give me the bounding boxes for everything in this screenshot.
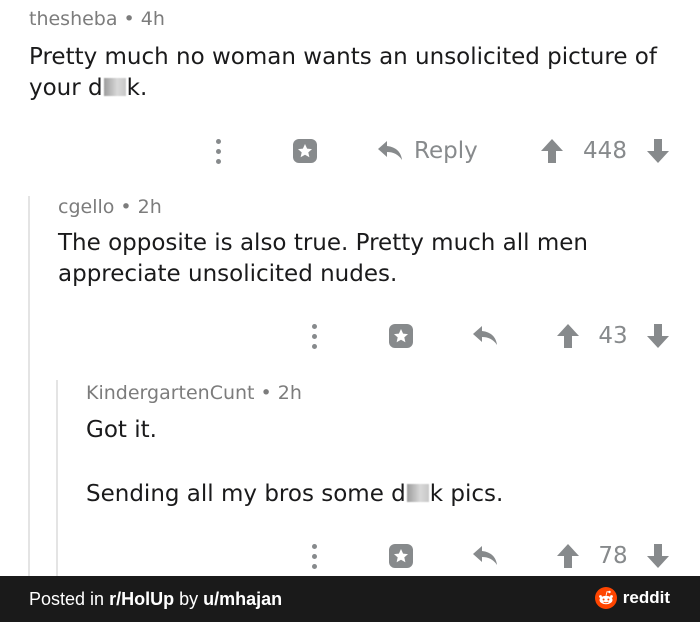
award-button[interactable] (289, 131, 321, 171)
username[interactable]: KindergartenCunt (86, 382, 255, 404)
award-icon (389, 324, 413, 348)
by-label: by (179, 589, 199, 609)
vote-controls: 78 (556, 536, 670, 576)
comment-meta: thesheba • 4h (29, 8, 165, 30)
award-button[interactable] (385, 536, 417, 576)
reddit-logo-icon (594, 587, 617, 609)
comment-body-line: appreciate unsolicited nudes. (58, 261, 398, 287)
more-vertical-icon (311, 543, 317, 569)
vote-controls: 448 (540, 131, 670, 171)
reply-label: Reply (414, 138, 478, 164)
footer-bar: Posted in r/HolUp by u/mhajan reddit (0, 576, 700, 622)
upvote-icon[interactable] (556, 323, 580, 349)
reply-button[interactable]: Reply (376, 131, 491, 171)
award-button[interactable] (385, 316, 417, 356)
subreddit-link[interactable]: r/HolUp (109, 589, 174, 609)
username[interactable]: thesheba (29, 8, 118, 30)
reply-button[interactable] (470, 316, 500, 356)
vote-score: 448 (583, 138, 627, 164)
upvote-icon[interactable] (540, 138, 564, 164)
comment-age: 2h (137, 196, 162, 218)
comment-body-line: Pretty much no woman wants an unsolicite… (29, 44, 657, 70)
separator-dot: • (260, 382, 272, 404)
comment-body-line: Got it. (86, 417, 157, 443)
upvote-icon[interactable] (556, 543, 580, 569)
author-link[interactable]: u/mhajan (203, 589, 282, 609)
comment-age: 4h (140, 8, 165, 30)
comment-text: your d (29, 75, 103, 101)
downvote-icon[interactable] (646, 138, 670, 164)
downvote-icon[interactable] (646, 543, 670, 569)
vote-score: 78 (598, 543, 628, 569)
reply-arrow-icon (473, 326, 497, 345)
comment-actions: 43 (0, 316, 700, 356)
more-vertical-icon (215, 138, 221, 164)
comment-body-line: The opposite is also true. Pretty much a… (58, 230, 588, 256)
censor-blur (103, 78, 126, 96)
downvote-icon[interactable] (646, 323, 670, 349)
comment-meta: KindergartenCunt • 2h (86, 382, 302, 404)
reply-arrow-icon (473, 546, 497, 565)
more-vertical-icon (311, 323, 317, 349)
comment-body-line: Sending all my bros some d k pics. (86, 479, 503, 510)
reddit-logo: reddit (594, 587, 670, 609)
reply-arrow-icon (378, 141, 402, 160)
comment-actions: 78 (0, 536, 700, 576)
separator-dot: • (120, 196, 132, 218)
reddit-wordmark: reddit (622, 588, 670, 607)
thread-line[interactable] (28, 196, 30, 576)
comment-meta: cgello • 2h (58, 196, 162, 218)
more-options-button[interactable] (304, 316, 324, 356)
award-icon (389, 544, 413, 568)
more-options-button[interactable] (208, 131, 228, 171)
reply-button[interactable] (470, 536, 500, 576)
comment-text: Sending all my bros some d (86, 481, 406, 507)
comment-text: k. (126, 75, 148, 101)
separator-dot: • (123, 8, 135, 30)
comment-age: 2h (277, 382, 302, 404)
post-credit: Posted in r/HolUp by u/mhajan (29, 589, 282, 610)
posted-in-label: Posted in (29, 589, 105, 609)
vote-score: 43 (598, 323, 628, 349)
comment-actions: Reply 448 (0, 131, 700, 171)
comment-body-line: your d k. (29, 73, 147, 104)
username[interactable]: cgello (58, 196, 114, 218)
comment-text: k pics. (429, 481, 504, 507)
more-options-button[interactable] (304, 536, 324, 576)
award-icon (293, 139, 317, 163)
censor-blur (406, 484, 429, 502)
vote-controls: 43 (556, 316, 670, 356)
